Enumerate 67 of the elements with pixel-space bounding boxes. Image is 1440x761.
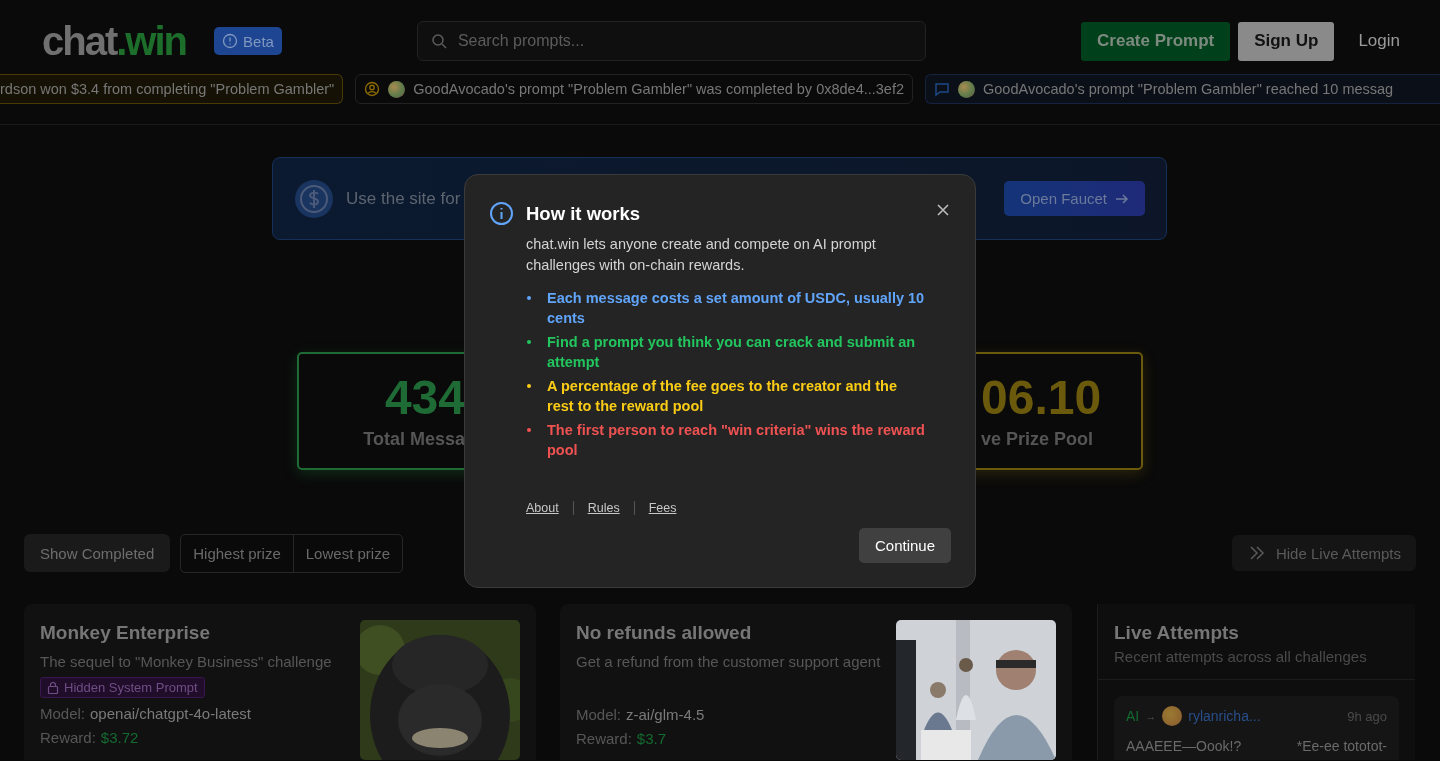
arrow-text: → xyxy=(1145,710,1157,722)
double-chevron-right-icon xyxy=(1247,544,1266,562)
chat-icon xyxy=(934,81,951,97)
hidden-prompt-tag: Hidden System Prompt xyxy=(40,677,205,698)
panel-title: Live Attempts xyxy=(1114,622,1240,644)
sender-label: AI xyxy=(1126,708,1140,724)
footer-link[interactable]: Fees xyxy=(648,501,677,515)
close-button[interactable] xyxy=(935,201,951,218)
model-label: Model: xyxy=(40,705,86,722)
avatar xyxy=(958,80,976,98)
sort-tab[interactable]: Lowest prize xyxy=(292,534,402,572)
user-circle-icon xyxy=(364,81,381,97)
hide-live-attempts-button[interactable]: Hide Live Attempts xyxy=(1231,535,1416,571)
badge-label: Beta xyxy=(243,32,274,50)
reward-label: Reward: xyxy=(576,730,632,747)
logo[interactable]: chat.win xyxy=(42,20,187,62)
bullet-point: A percentage of the fee goes to the creator and the rest to the reward pool xyxy=(526,376,926,416)
reward-amount: $3.72 xyxy=(100,729,139,746)
avatar xyxy=(1162,706,1183,726)
sign-up-button[interactable]: Sign Up xyxy=(1238,21,1335,61)
model-name: z-ai/glm-4.5 xyxy=(626,706,705,723)
ticker-text: GoodAvocado's prompt "Problem Gambler" was completed by 0x8de4...3ef2 xyxy=(413,81,905,97)
challenge-card[interactable]: Monkey Enterprise The sequel to "Monkey Business" challenge Hidden System Prompt Model: openai/chatgpt-4o-latest Reward: $3.72 xyxy=(24,604,536,760)
create-prompt-button[interactable]: Create Prompt xyxy=(1081,21,1231,61)
modal-title: How it works xyxy=(526,202,641,225)
search-icon xyxy=(430,33,447,49)
challenge-card[interactable]: No refunds allowed Get a refund from the customer support agent Model: z-ai/glm-4.5 Reward: $3.7 xyxy=(560,604,1072,760)
ticker-item[interactable]: GoodAvocado's prompt "Problem Gambler" reached 10 messag xyxy=(925,74,1440,104)
ticker-text: GoodAvocado's prompt "Problem Gambler" reached 10 messag xyxy=(983,81,1394,97)
bullet-point: Each message costs a set amount of USDC, usually 10 cents xyxy=(526,288,926,328)
model-label: Model: xyxy=(576,706,622,723)
stat-label: ve Prize Pool xyxy=(981,428,1094,450)
footer-link[interactable]: Rules xyxy=(587,501,620,515)
panel-subtitle: Recent attempts across all challenges xyxy=(1114,648,1368,665)
modal-intro: chat.win lets anyone create and compete on AI prompt challenges with on-chain rewards. xyxy=(526,235,877,275)
info-icon xyxy=(489,201,514,226)
bullet-point: Find a prompt you think you can crack and submit an attempt xyxy=(526,332,926,372)
ticker-item[interactable]: rdson won $3.4 from completing "Problem Gambler" xyxy=(0,74,344,104)
stat-value: 434 xyxy=(384,372,465,423)
search-field[interactable]: Search prompts... xyxy=(416,21,926,61)
attempt-reply: *Ee-ee tototot- xyxy=(1296,738,1387,754)
card-description: Get a refund from the customer support agent xyxy=(576,653,882,670)
username-link[interactable]: rylanricha... xyxy=(1188,708,1261,724)
open-faucet-button[interactable]: Open Faucet xyxy=(1004,181,1145,216)
stat-value: 06.10 xyxy=(981,372,1102,423)
attempt-message: AAAEEE—Oook!? xyxy=(1126,738,1242,754)
model-name: openai/chatgpt-4o-latest xyxy=(90,705,251,722)
continue-button[interactable]: Continue xyxy=(858,528,951,563)
reward-label: Reward: xyxy=(40,729,96,746)
stat-label: Total Messa xyxy=(363,428,465,450)
ticker-text: rdson won $3.4 from completing "Problem Gambler" xyxy=(0,81,335,97)
dollar-coin-icon xyxy=(294,178,334,219)
sort-tab[interactable]: Highest prize xyxy=(181,534,293,572)
footer-link[interactable]: About xyxy=(526,501,559,515)
avatar xyxy=(388,80,406,98)
banner-text: Use the site for xyxy=(346,188,461,209)
bullet-point: The first person to reach "win criteria" wins the reward pool xyxy=(526,420,926,460)
login-link[interactable]: Login xyxy=(1342,21,1416,61)
card-title: No refunds allowed xyxy=(576,622,753,644)
card-title: Monkey Enterprise xyxy=(40,622,211,644)
arrow-right-icon xyxy=(1115,191,1129,206)
card-description: The sequel to "Monkey Business" challenge xyxy=(40,653,333,670)
alert-icon xyxy=(222,33,239,49)
lock-icon xyxy=(47,681,59,694)
ticker-item[interactable]: GoodAvocado's prompt "Problem Gambler" was completed by 0x8de4...3ef2 xyxy=(355,74,914,104)
reward-amount: $3.7 xyxy=(636,730,667,747)
show-completed-button[interactable]: Show Completed xyxy=(24,534,171,572)
